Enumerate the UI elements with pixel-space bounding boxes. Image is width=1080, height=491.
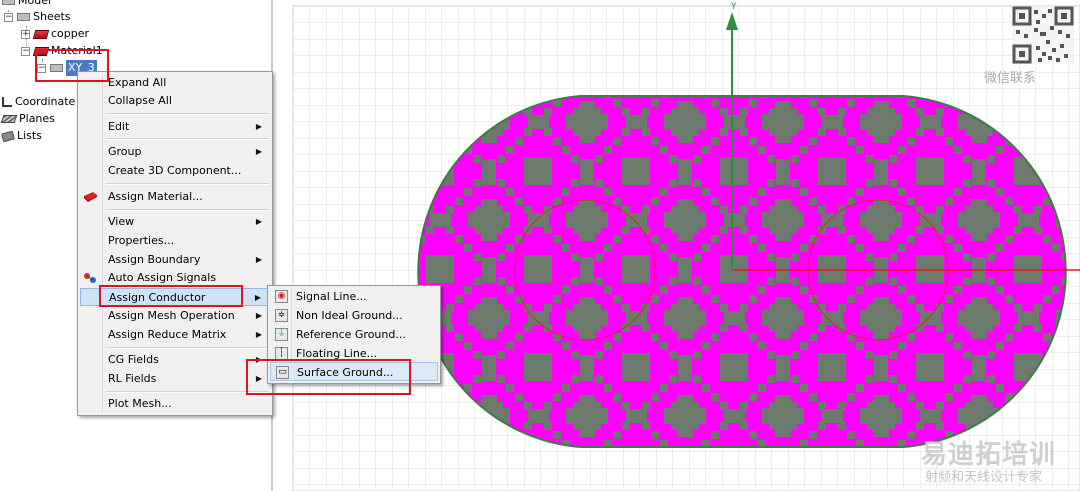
submenu-item-label: Non Ideal Ground...: [296, 309, 403, 322]
tree-item-coordinate[interactable]: Coordinate: [2, 94, 75, 110]
context-menu: Expand All Collapse All Edit ▶ Group ▶ C…: [77, 71, 273, 416]
menu-item-label: CG Fields: [108, 353, 159, 366]
menu-item-label: Assign Reduce Matrix: [108, 328, 227, 341]
menu-item-assign-boundary[interactable]: Assign Boundary ▶: [80, 251, 270, 269]
menu-item-label: Properties...: [108, 234, 175, 247]
planes-icon: [0, 115, 18, 123]
menu-separator: [106, 391, 269, 393]
reference-ground-icon: ⏚: [275, 328, 288, 341]
menu-item-group[interactable]: Group ▶: [80, 143, 270, 161]
submenu-item-reference-ground[interactable]: ⏚ Reference Ground...: [270, 325, 438, 344]
tree-item-model-label: Model: [18, 0, 52, 7]
menu-item-label: Group: [108, 145, 142, 158]
menu-item-label: Create 3D Component...: [108, 164, 242, 177]
menu-item-edit[interactable]: Edit ▶: [80, 118, 270, 136]
menu-item-collapse-all[interactable]: Collapse All: [80, 92, 270, 110]
tree-item-copper-label: copper: [51, 27, 90, 40]
menu-item-assign-mesh-operation[interactable]: Assign Mesh Operation ▶: [80, 307, 270, 325]
menu-item-cg-fields[interactable]: CG Fields ▶: [80, 351, 270, 369]
menu-item-label: View: [108, 215, 135, 228]
submenu-item-label: Signal Line...: [296, 290, 367, 303]
menu-item-label: Assign Mesh Operation: [108, 309, 235, 322]
tree-item-model[interactable]: Model: [2, 0, 51, 9]
menu-item-plot-mesh[interactable]: Plot Mesh...: [80, 395, 270, 413]
menu-item-assign-material[interactable]: Assign Material...: [80, 188, 270, 206]
menu-item-label: Expand All: [108, 76, 167, 89]
tree-item-lists[interactable]: Lists: [1, 128, 42, 144]
tree-item-sheets[interactable]: − Sheets: [4, 9, 71, 25]
annotation-box-selected-object: [35, 49, 109, 82]
menu-separator: [106, 138, 269, 140]
menu-item-view[interactable]: View ▶: [80, 213, 270, 231]
lists-icon: [1, 130, 15, 142]
menu-separator: [106, 209, 269, 211]
submenu-item-label: Reference Ground...: [296, 328, 406, 341]
menu-item-label: RL Fields: [108, 372, 157, 385]
material-icon: [83, 191, 98, 203]
submenu-arrow-icon: ▶: [254, 293, 261, 302]
menu-separator: [106, 113, 269, 115]
tree-item-sheets-label: Sheets: [33, 10, 71, 23]
menu-item-label: Auto Assign Signals: [108, 271, 217, 284]
submenu-arrow-icon: ▶: [255, 217, 262, 226]
menu-item-label: Assign Boundary: [108, 253, 201, 266]
submenu-arrow-icon: ▶: [255, 330, 262, 339]
menu-item-label: Plot Mesh...: [108, 397, 172, 410]
submenu-arrow-icon: ▶: [255, 255, 262, 264]
tree-item-planes-label: Planes: [19, 112, 55, 125]
wechat-contact-watermark: 微信联系: [984, 71, 1037, 86]
annotation-box-surface-ground: [246, 359, 411, 395]
model-icon: [2, 0, 15, 5]
menu-item-create-3d-component[interactable]: Create 3D Component...: [80, 162, 270, 180]
menu-item-properties[interactable]: Properties...: [80, 232, 270, 250]
collapse-toggle-icon[interactable]: −: [21, 46, 30, 56]
annotation-box-assign-conductor: [99, 285, 243, 307]
submenu-arrow-icon: ▶: [255, 122, 262, 131]
menu-separator: [106, 183, 269, 185]
menu-item-assign-reduce-matrix[interactable]: Assign Reduce Matrix ▶: [80, 326, 270, 344]
menu-separator: [106, 347, 269, 349]
modeler-viewport[interactable]: Y: [273, 0, 1080, 491]
collapse-toggle-icon[interactable]: −: [4, 12, 13, 22]
submenu-arrow-icon: ▶: [255, 311, 262, 320]
material-copper-icon: [32, 29, 50, 39]
tree-item-coordinate-label: Coordinate: [15, 95, 76, 108]
menu-item-label: Assign Material...: [108, 190, 203, 203]
menu-item-label: Edit: [108, 120, 130, 133]
qr-code-watermark: [1012, 6, 1074, 64]
submenu-item-signal-line[interactable]: ◉ Signal Line...: [270, 287, 438, 306]
expand-toggle-icon[interactable]: +: [21, 29, 30, 39]
y-axis-label: Y: [730, 2, 737, 12]
tree-item-planes[interactable]: Planes: [0, 111, 55, 127]
tree-item-copper[interactable]: + copper: [21, 26, 89, 42]
submenu-arrow-icon: ▶: [255, 147, 262, 156]
submenu-item-non-ideal-ground[interactable]: ≑ Non Ideal Ground...: [270, 306, 438, 325]
sheet-folder-icon: [17, 13, 30, 21]
menu-item-label: Collapse All: [108, 94, 172, 107]
signal-line-icon: ◉: [275, 290, 288, 303]
tree-item-lists-label: Lists: [17, 129, 42, 142]
non-ideal-ground-icon: ≑: [275, 309, 288, 322]
coordinate-system-icon: [2, 97, 12, 107]
viewport-drawing: Y: [292, 2, 1080, 491]
brand-tagline-watermark: 射频和天线设计专家: [925, 470, 1043, 485]
auto-assign-icon: [83, 272, 98, 284]
menu-item-rl-fields[interactable]: RL Fields ▶: [80, 370, 270, 388]
